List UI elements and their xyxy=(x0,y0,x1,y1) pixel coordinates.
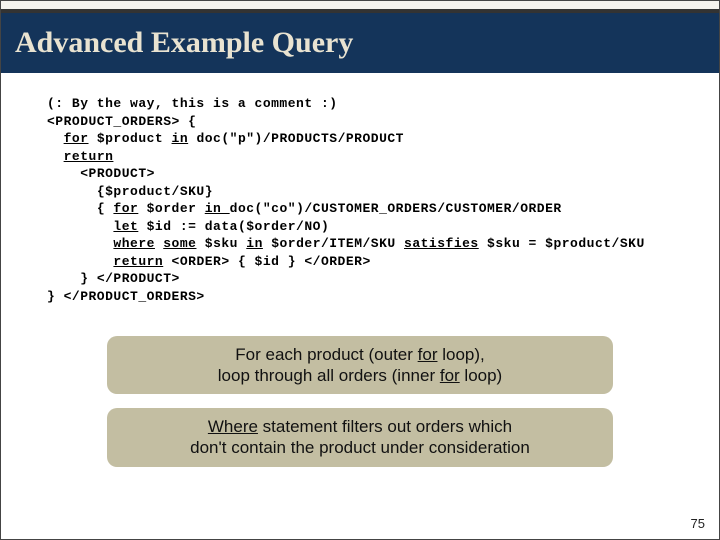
code-text: doc("co")/CUSTOMER_ORDERS/CUSTOMER/ORDER xyxy=(230,201,562,216)
code-line: (: By the way, this is a comment :) xyxy=(47,96,338,111)
kw-in: in xyxy=(205,201,230,216)
kw-some: some xyxy=(163,236,196,251)
code-text: $sku xyxy=(196,236,246,251)
code-text: $order/ITEM/SKU xyxy=(263,236,404,251)
callout-underline: for xyxy=(440,366,460,385)
callout-underline: for xyxy=(418,345,438,364)
callout-text: loop), xyxy=(437,345,484,364)
kw-for: for xyxy=(113,201,138,216)
title-bar: Advanced Example Query xyxy=(1,11,719,73)
code-line: <PRODUCT_ORDERS> { xyxy=(47,114,196,129)
code-line: {$product/SKU} xyxy=(97,184,213,199)
callout-where: Where statement filters out orders which… xyxy=(107,408,613,467)
slide-content: (: By the way, this is a comment :) <PRO… xyxy=(1,73,719,467)
callouts: For each product (outer for loop), loop … xyxy=(47,336,673,467)
code-line: } </PRODUCT_ORDERS> xyxy=(47,289,205,304)
slide: Advanced Example Query (: By the way, th… xyxy=(0,0,720,540)
code-block: (: By the way, this is a comment :) <PRO… xyxy=(47,95,673,306)
code-text xyxy=(155,236,163,251)
code-text: doc("p")/PRODUCTS/PRODUCT xyxy=(188,131,404,146)
kw-in: in xyxy=(246,236,263,251)
callout-text: For each product (outer xyxy=(235,345,417,364)
kw-for: for xyxy=(64,131,89,146)
callout-text: loop) xyxy=(460,366,503,385)
code-text: $product xyxy=(89,131,172,146)
code-line: } </PRODUCT> xyxy=(80,271,180,286)
code-text: $id := data($order/NO) xyxy=(138,219,329,234)
callout-text: don't contain the product under consider… xyxy=(190,438,530,457)
code-text: $sku = $product/SKU xyxy=(479,236,645,251)
kw-satisfies: satisfies xyxy=(404,236,479,251)
kw-return: return xyxy=(113,254,163,269)
code-text: <ORDER> { $id } </ORDER> xyxy=(163,254,371,269)
callout-text: statement filters out orders which xyxy=(258,417,512,436)
code-text: { xyxy=(97,201,114,216)
callout-for-loop: For each product (outer for loop), loop … xyxy=(107,336,613,395)
slide-title: Advanced Example Query xyxy=(15,26,353,60)
kw-let: let xyxy=(113,219,138,234)
callout-underline: Where xyxy=(208,417,258,436)
kw-in: in xyxy=(172,131,189,146)
top-strip xyxy=(1,1,719,11)
kw-where: where xyxy=(113,236,155,251)
code-line: <PRODUCT> xyxy=(80,166,155,181)
code-text: $order xyxy=(138,201,204,216)
page-number: 75 xyxy=(691,516,705,531)
kw-return: return xyxy=(64,149,114,164)
callout-text: loop through all orders (inner xyxy=(218,366,440,385)
